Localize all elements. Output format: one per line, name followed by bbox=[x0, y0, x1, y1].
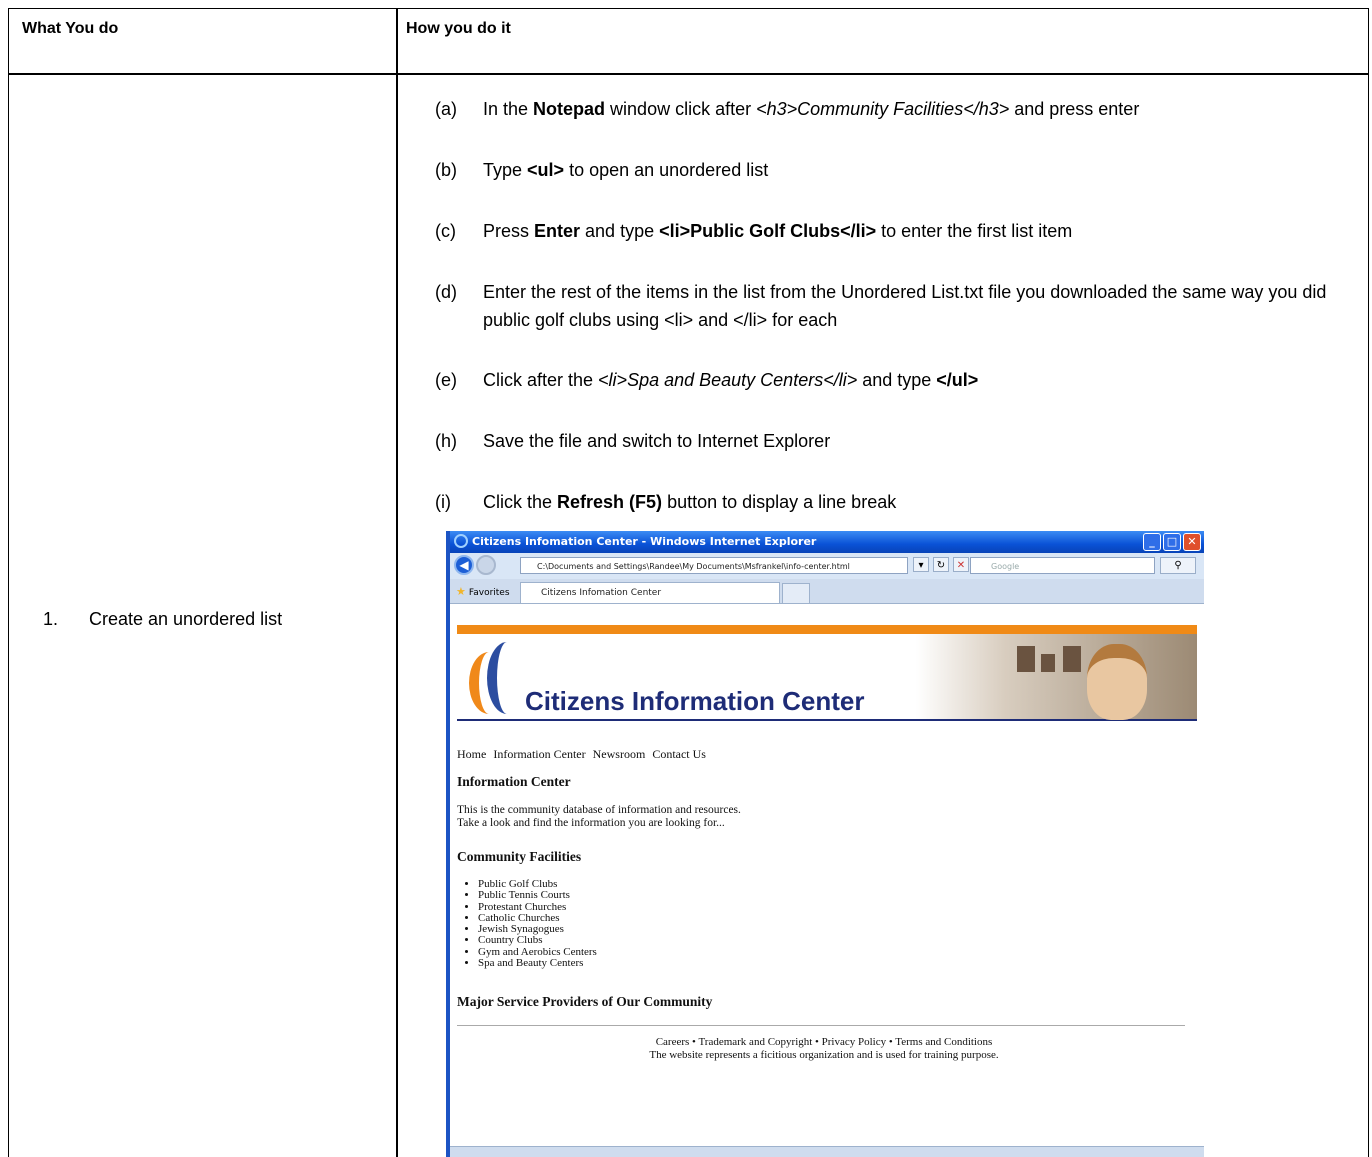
step-text: In the Notepad window click after <h3>Co… bbox=[483, 99, 1140, 119]
step-label: (e) bbox=[435, 370, 457, 390]
stop-icon[interactable]: ✕ bbox=[953, 557, 969, 572]
star-icon: ★ bbox=[456, 585, 466, 598]
step-text: Press Enter and type <li>Public Golf Clu… bbox=[483, 221, 1073, 241]
close-icon[interactable]: ✕ bbox=[1183, 533, 1201, 551]
intro-paragraph: This is the community database of inform… bbox=[457, 804, 741, 829]
site-title: Citizens Information Center bbox=[525, 686, 865, 716]
footer-links[interactable]: Careers • Trademark and Copyright • Priv… bbox=[450, 1036, 1198, 1049]
facilities-list: Public Golf Clubs Public Tennis Courts P… bbox=[462, 878, 597, 969]
step-text: Type <ul> to open an unordered list bbox=[483, 160, 769, 180]
site-footer: Careers • Trademark and Copyright • Priv… bbox=[450, 1036, 1198, 1062]
horizontal-scrollbar[interactable] bbox=[450, 1146, 1204, 1157]
forward-arrow-icon[interactable] bbox=[476, 555, 496, 575]
header-how-you-do-it: How you do it bbox=[406, 20, 511, 37]
task-number: 1. bbox=[43, 609, 59, 629]
step-text: Click the Refresh (F5) button to display… bbox=[483, 492, 897, 512]
search-input[interactable]: Google bbox=[970, 557, 1155, 574]
browser-screenshot: Citizens Infomation Center - Windows Int… bbox=[446, 531, 1204, 1157]
step-label: (h) bbox=[435, 431, 457, 451]
refresh-icon[interactable]: ↻ bbox=[933, 557, 949, 572]
step-text: Save the file and switch to Internet Exp… bbox=[483, 431, 831, 451]
address-bar: ◀ C:\Documents and Settings\Randee\My Do… bbox=[450, 553, 1204, 579]
web-page: Citizens Information Center Home Informa… bbox=[450, 604, 1198, 1157]
address-input[interactable]: C:\Documents and Settings\Randee\My Docu… bbox=[520, 557, 908, 574]
logo-swoosh-icon bbox=[487, 642, 527, 714]
favorites-button[interactable]: ★ Favorites bbox=[456, 585, 510, 598]
dropdown-icon[interactable]: ▾ bbox=[913, 557, 929, 572]
list-item: Spa and Beauty Centers bbox=[478, 957, 597, 969]
task-cell: 1. Create an unordered list bbox=[43, 609, 282, 630]
step-label: (d) bbox=[435, 282, 457, 302]
site-banner: Citizens Information Center bbox=[457, 634, 1197, 721]
back-arrow-icon[interactable]: ◀ bbox=[454, 555, 474, 575]
site-nav: Home Information Center Newsroom Contact… bbox=[457, 747, 710, 762]
nav-information-center[interactable]: Information Center bbox=[493, 747, 585, 761]
step-label: (a) bbox=[435, 99, 457, 119]
maximize-icon[interactable]: □ bbox=[1163, 533, 1181, 551]
heading-service-providers: Major Service Providers of Our Community bbox=[457, 994, 713, 1009]
browser-titlebar: Citizens Infomation Center - Windows Int… bbox=[450, 531, 1204, 553]
footer-disclaimer: The website represents a ficitious organ… bbox=[649, 1049, 999, 1061]
step-label: (b) bbox=[435, 160, 457, 180]
nav-home[interactable]: Home bbox=[457, 747, 486, 761]
step-text: Click after the <li>Spa and Beauty Cente… bbox=[483, 370, 979, 390]
footer-divider bbox=[457, 1025, 1185, 1026]
task-label: Create an unordered list bbox=[89, 609, 283, 629]
minimize-icon[interactable]: _ bbox=[1143, 533, 1161, 551]
step-label: (i) bbox=[435, 492, 451, 512]
column-divider bbox=[396, 9, 398, 1157]
tab-active[interactable]: Citizens Infomation Center bbox=[520, 582, 780, 603]
list-item: Public Tennis Courts bbox=[478, 889, 597, 901]
ie-icon bbox=[454, 534, 468, 548]
orange-bar bbox=[457, 625, 1197, 634]
search-icon[interactable]: ⚲ bbox=[1160, 557, 1196, 574]
new-tab-button[interactable] bbox=[782, 583, 810, 603]
step-label: (c) bbox=[435, 221, 456, 241]
header-divider bbox=[9, 73, 1368, 75]
window-title: Citizens Infomation Center - Windows Int… bbox=[472, 535, 817, 548]
nav-newsroom[interactable]: Newsroom bbox=[593, 747, 646, 761]
heading-information-center: Information Center bbox=[457, 774, 571, 789]
step-text: Enter the rest of the items in the list … bbox=[483, 282, 1327, 330]
nav-contact-us[interactable]: Contact Us bbox=[652, 747, 706, 761]
header-what-you-do: What You do bbox=[22, 20, 119, 37]
tab-bar: ★ Favorites Citizens Infomation Center bbox=[450, 579, 1204, 604]
banner-photo bbox=[977, 636, 1197, 720]
heading-community-facilities: Community Facilities bbox=[457, 849, 582, 864]
